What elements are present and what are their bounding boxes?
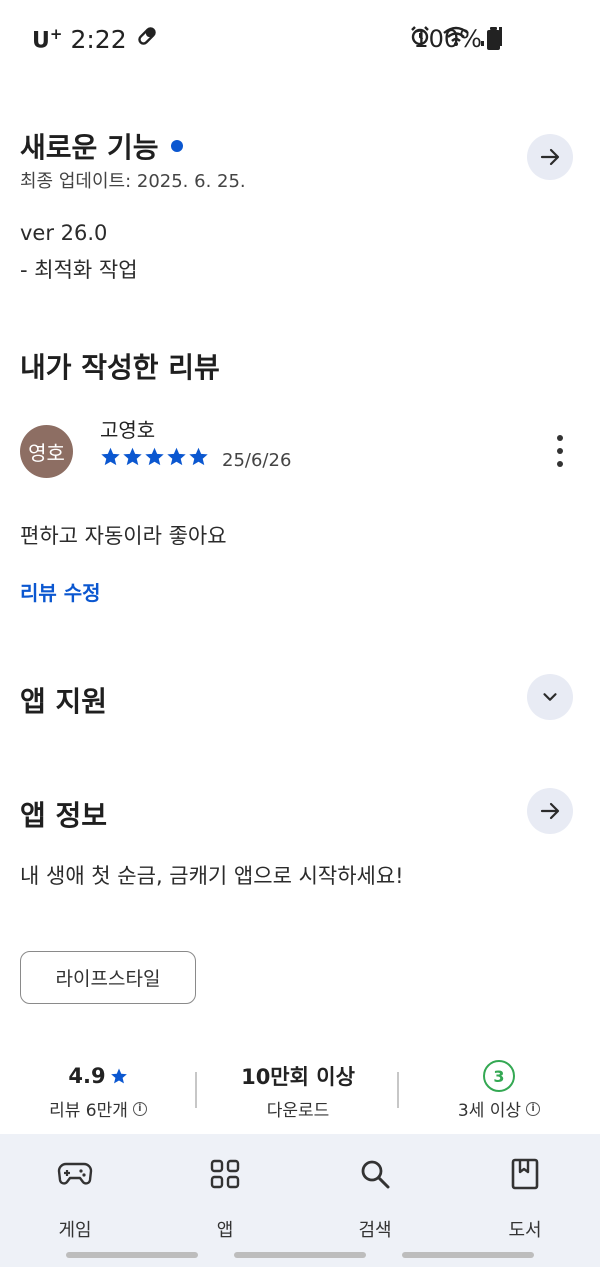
review-date: 25/6/26 bbox=[222, 450, 292, 471]
carrier-label: U+ bbox=[32, 24, 63, 54]
whats-new-title: 새로운 기능 bbox=[20, 131, 159, 164]
star-icon bbox=[145, 447, 164, 466]
gesture-bar bbox=[234, 1252, 366, 1258]
star-rating bbox=[100, 446, 209, 467]
my-review-title: 내가 작성한 리뷰 bbox=[20, 351, 220, 384]
whats-new-arrow-button[interactable] bbox=[527, 134, 573, 180]
divider bbox=[195, 1072, 197, 1108]
app-support-expand-button[interactable] bbox=[527, 674, 573, 720]
arrow-right-icon bbox=[540, 802, 560, 820]
star-icon bbox=[101, 447, 120, 466]
info-icon: i bbox=[132, 1101, 147, 1116]
app-details-page: U+ 2:22 100% 새로운 기능 최종 업데이트: 2025. 6. 25… bbox=[0, 0, 600, 1267]
rating-label: 리뷰 6만개 bbox=[49, 1101, 128, 1121]
review-more-options-button[interactable] bbox=[552, 435, 568, 467]
divider bbox=[397, 1072, 399, 1108]
star-icon bbox=[167, 447, 186, 466]
more-vert-dot bbox=[557, 448, 563, 454]
battery-percent: 100% bbox=[413, 25, 482, 53]
update-note-text: - 최적화 작업 bbox=[20, 258, 138, 282]
chevron-down-icon bbox=[543, 693, 557, 701]
whats-new-heading[interactable]: 새로운 기능 bbox=[20, 126, 183, 166]
book-icon bbox=[475, 1154, 575, 1194]
more-vert-dot bbox=[557, 461, 563, 467]
app-description: 내 생애 첫 순금, 금캐기 앱으로 시작하세요! bbox=[20, 864, 404, 888]
rating-stat[interactable]: 4.9 리뷰 6만개 i bbox=[18, 1060, 178, 1121]
edit-review-link[interactable]: 리뷰 수정 bbox=[20, 577, 101, 606]
age-label-row: 3세 이상 i bbox=[420, 1096, 578, 1121]
status-bar: U+ 2:22 100% bbox=[0, 0, 600, 80]
downloads-stat: 10만회 이상 다운로드 bbox=[205, 1060, 391, 1121]
bottom-navigation: 게임 앱 검색 도서 bbox=[0, 1134, 600, 1267]
apps-grid-icon bbox=[175, 1154, 275, 1194]
gesture-bar bbox=[402, 1252, 534, 1258]
battery-icon bbox=[487, 27, 500, 50]
app-support-title[interactable]: 앱 지원 bbox=[20, 680, 107, 720]
new-indicator-dot bbox=[170, 140, 183, 152]
reviewer-name: 고영호 bbox=[100, 418, 156, 442]
pill-icon bbox=[135, 24, 159, 54]
star-icon bbox=[110, 1068, 127, 1084]
app-info-arrow-button[interactable] bbox=[527, 788, 573, 834]
app-info-title[interactable]: 앱 정보 bbox=[20, 794, 107, 834]
star-icon bbox=[189, 447, 208, 466]
status-bar-left: U+ 2:22 bbox=[32, 24, 159, 54]
rating-value: 4.9 bbox=[68, 1064, 106, 1088]
category-chip[interactable]: 라이프스타일 bbox=[20, 951, 196, 1004]
info-icon: i bbox=[526, 1101, 541, 1116]
nav-item-search[interactable]: 검색 bbox=[325, 1154, 425, 1242]
rating-value-row: 4.9 bbox=[18, 1060, 178, 1092]
arrow-right-icon bbox=[540, 148, 560, 166]
downloads-value: 10만회 이상 bbox=[241, 1065, 355, 1089]
clock: 2:22 bbox=[70, 24, 127, 54]
nav-label-search: 검색 bbox=[358, 1220, 392, 1241]
nav-label-books: 도서 bbox=[508, 1220, 542, 1241]
downloads-label: 다운로드 bbox=[266, 1101, 330, 1121]
search-icon bbox=[325, 1154, 425, 1194]
nav-item-books[interactable]: 도서 bbox=[475, 1154, 575, 1242]
nav-label-games: 게임 bbox=[58, 1220, 92, 1241]
review-body: 편하고 자동이라 좋아요 bbox=[20, 524, 227, 548]
age-rating-stat[interactable]: 3 3세 이상 i bbox=[420, 1060, 578, 1121]
last-updated-text: 최종 업데이트: 2025. 6. 25. bbox=[20, 171, 246, 192]
gamepad-icon bbox=[25, 1154, 125, 1194]
avatar: 영호 bbox=[20, 425, 73, 478]
age-badge-row: 3 bbox=[420, 1060, 578, 1092]
nav-label-apps: 앱 bbox=[216, 1220, 234, 1241]
gesture-bar bbox=[66, 1252, 198, 1258]
more-vert-icon bbox=[557, 435, 563, 441]
age-label: 3세 이상 bbox=[457, 1101, 522, 1121]
age-rating-badge: 3 bbox=[483, 1060, 515, 1092]
nav-item-apps[interactable]: 앱 bbox=[175, 1154, 275, 1242]
rating-label-row: 리뷰 6만개 i bbox=[18, 1096, 178, 1121]
version-text: ver 26.0 bbox=[20, 221, 108, 245]
star-icon bbox=[123, 447, 142, 466]
nav-item-games[interactable]: 게임 bbox=[25, 1154, 125, 1242]
